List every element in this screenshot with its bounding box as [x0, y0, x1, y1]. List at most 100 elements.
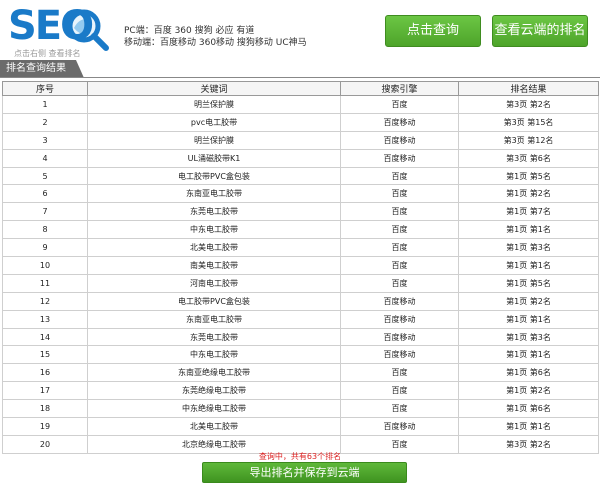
engine-list: PC端：百度 360 搜狗 必应 有道 移动端：百度移动 360移动 搜狗移动 …: [124, 25, 307, 49]
table-row: 5 电工胶带PVC盒包装 百度 第1页 第5名: [2, 166, 599, 186]
cell-keyword: 电工胶带PVC盒包装: [87, 291, 341, 311]
table-row: 10 南美电工胶带 百度 第1页 第1名: [2, 256, 599, 275]
table-row: 18 中东绝缘电工胶带 百度 第1页 第6名: [2, 399, 599, 419]
cell-no: 15: [2, 345, 88, 365]
cell-no: 11: [2, 273, 88, 293]
cell-rank: 第1页 第6名: [458, 363, 599, 383]
cell-rank: 第1页 第2名: [458, 184, 599, 204]
cell-keyword: 中东电工胶带: [87, 220, 341, 240]
cell-no: 16: [2, 363, 88, 383]
cell-no: 2: [2, 112, 88, 132]
cell-rank: 第1页 第1名: [458, 256, 599, 275]
table-row: 19 北美电工胶带 百度移动 第1页 第1名: [2, 417, 599, 436]
cell-engine: 百度移动: [340, 291, 459, 311]
cell-rank: 第1页 第5名: [458, 273, 599, 293]
cell-no: 10: [2, 256, 88, 275]
cell-engine: 百度移动: [340, 309, 459, 329]
cell-no: 17: [2, 381, 88, 401]
table-row: 8 中东电工胶带 百度 第1页 第1名: [2, 220, 599, 240]
cell-engine: 百度: [340, 256, 459, 275]
cell-rank: 第1页 第7名: [458, 202, 599, 222]
cell-rank: 第1页 第3名: [458, 327, 599, 347]
cell-no: 9: [2, 238, 88, 258]
cell-rank: 第3页 第6名: [458, 148, 599, 168]
cell-engine: 百度移动: [340, 327, 459, 347]
header-engine: 搜索引擎: [340, 81, 459, 96]
header-rank: 排名结果: [458, 81, 599, 96]
table-row: 4 UL涌磁胶带K1 百度移动 第3页 第6名: [2, 148, 599, 168]
table-row: 7 东莞电工胶带 百度 第1页 第7名: [2, 202, 599, 222]
cell-rank: 第1页 第6名: [458, 399, 599, 419]
cell-engine: 百度: [340, 238, 459, 258]
tab-ranking-results[interactable]: 排名查询结果: [0, 60, 84, 78]
table-row: 14 东莞电工胶带 百度移动 第1页 第3名: [2, 327, 599, 347]
cell-no: 14: [2, 327, 88, 347]
cell-engine: 百度: [340, 399, 459, 419]
cell-rank: 第1页 第2名: [458, 291, 599, 311]
cell-no: 5: [2, 166, 88, 186]
cell-rank: 第1页 第1名: [458, 220, 599, 240]
cell-keyword: 中东绝缘电工胶带: [87, 399, 341, 419]
cell-rank: 第1页 第1名: [458, 417, 599, 436]
cell-engine: 百度: [340, 202, 459, 222]
cell-rank: 第1页 第2名: [458, 381, 599, 401]
cell-rank: 第1页 第1名: [458, 345, 599, 365]
ranking-table-container: 序号 关键词 搜索引擎 排名结果 1 明兰保护膜 百度 第3页 第2名 2 pvc电工胶带…: [2, 81, 599, 454]
header-no: 序号: [2, 81, 88, 96]
cell-no: 19: [2, 417, 88, 436]
cell-keyword: 明兰保护膜: [87, 130, 341, 150]
seo-logo: SEO 点击右侧 查看排名: [8, 6, 118, 58]
cell-engine: 百度: [340, 166, 459, 186]
cell-no: 4: [2, 148, 88, 168]
cell-engine: 百度: [340, 363, 459, 383]
cell-keyword: 北美电工胶带: [87, 238, 341, 258]
cell-keyword: 明兰保护膜: [87, 95, 341, 114]
cell-engine: 百度: [340, 381, 459, 401]
cell-rank: 第3页 第15名: [458, 112, 599, 132]
cell-engine: 百度移动: [340, 148, 459, 168]
cell-engine: 百度移动: [340, 417, 459, 436]
logo-tagline: 点击右侧 查看排名: [14, 49, 81, 58]
cell-no: 6: [2, 184, 88, 204]
table-row: 17 东莞绝缘电工胶带 百度 第1页 第2名: [2, 381, 599, 401]
table-row: 12 电工胶带PVC盒包装 百度移动 第1页 第2名: [2, 291, 599, 311]
logo-text: SEO: [8, 3, 94, 49]
cell-engine: 百度: [340, 95, 459, 114]
cell-no: 8: [2, 220, 88, 240]
cell-keyword: 河南电工胶带: [87, 273, 341, 293]
query-button[interactable]: 点击查询: [385, 15, 481, 47]
cell-keyword: 南美电工胶带: [87, 256, 341, 275]
cell-no: 12: [2, 291, 88, 311]
view-cloud-ranking-button[interactable]: 查看云端的排名: [492, 15, 588, 47]
mobile-engines: 移动端：百度移动 360移动 搜狗移动 UC神马: [124, 38, 307, 48]
tab-divider: [0, 77, 600, 78]
export-save-cloud-button[interactable]: 导出排名并保存到云端: [202, 462, 407, 483]
cell-rank: 第1页 第5名: [458, 166, 599, 186]
cell-keyword: UL涌磁胶带K1: [87, 148, 341, 168]
cell-rank: 第3页 第2名: [458, 95, 599, 114]
table-row: 9 北美电工胶带 百度 第1页 第3名: [2, 238, 599, 258]
table-row: 15 中东电工胶带 百度移动 第1页 第1名: [2, 345, 599, 365]
table-row: 3 明兰保护膜 百度移动 第3页 第12名: [2, 130, 599, 150]
table-row: 6 东南亚电工胶带 百度 第1页 第2名: [2, 184, 599, 204]
cell-no: 3: [2, 130, 88, 150]
status-text: 查询中，共有63个排名: [258, 452, 342, 461]
table-row: 11 河南电工胶带 百度 第1页 第5名: [2, 273, 599, 293]
cell-engine: 百度移动: [340, 345, 459, 365]
cell-engine: 百度: [340, 184, 459, 204]
cell-rank: 第1页 第3名: [458, 238, 599, 258]
cell-keyword: 东南亚绝缘电工胶带: [87, 363, 341, 383]
cell-engine: 百度移动: [340, 130, 459, 150]
table-row: 1 明兰保护膜 百度 第3页 第2名: [2, 95, 599, 114]
cell-rank: 第3页 第12名: [458, 130, 599, 150]
header-keyword: 关键词: [87, 81, 341, 96]
cell-no: 1: [2, 95, 88, 114]
cell-keyword: 东南亚电工胶带: [87, 309, 341, 329]
header: SEO 点击右侧 查看排名 PC端：百度 360 搜狗 必应 有道 移动端：百度…: [0, 0, 600, 60]
cell-keyword: 东莞绝缘电工胶带: [87, 381, 341, 401]
table-body: 1 明兰保护膜 百度 第3页 第2名 2 pvc电工胶带 百度移动 第3页 第15名 3 明兰保护…: [2, 95, 599, 454]
cell-keyword: 北美电工胶带: [87, 417, 341, 436]
cell-engine: 百度移动: [340, 112, 459, 132]
cell-engine: 百度: [340, 220, 459, 240]
cell-rank: 第1页 第1名: [458, 309, 599, 329]
